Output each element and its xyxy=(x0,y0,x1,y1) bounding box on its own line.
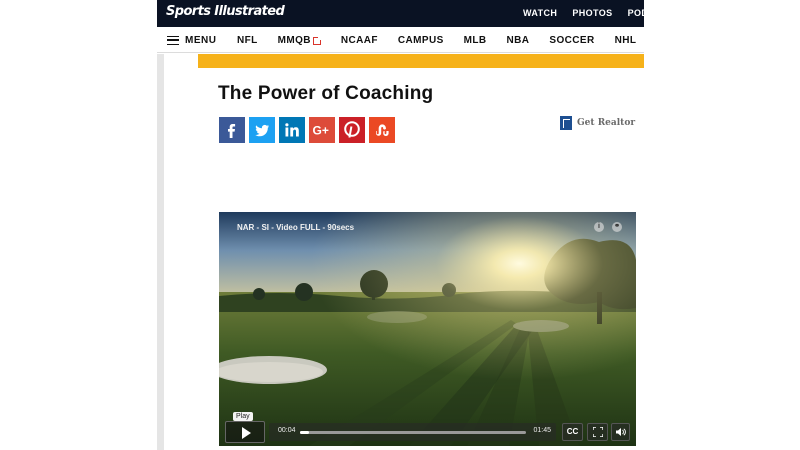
linkedin-icon xyxy=(279,117,305,143)
duration: 01:45 xyxy=(533,427,551,434)
pinterest-share-button[interactable] xyxy=(339,117,365,143)
nav-item-campus[interactable]: CAMPUS xyxy=(398,35,444,46)
video-player[interactable]: NAR - SI - Video FULL - 90secs i ⚭ Play … xyxy=(219,212,636,446)
play-tooltip: Play xyxy=(233,412,253,421)
seek-bar[interactable] xyxy=(300,431,526,434)
nav-item-mmqb[interactable]: MMQB xyxy=(277,35,322,46)
info-icon[interactable]: i xyxy=(594,222,604,232)
menu-button[interactable]: MENU xyxy=(185,35,216,46)
article-title: The Power of Coaching xyxy=(218,83,434,104)
stumbleupon-share-button[interactable] xyxy=(369,117,395,143)
nav-item-nba[interactable]: NBA xyxy=(507,35,530,46)
realtor-logo-icon xyxy=(560,116,572,130)
nav-item-mlb[interactable]: MLB xyxy=(464,35,487,46)
nav-item-ncaaf[interactable]: NCAAF xyxy=(341,35,378,46)
fullscreen-button[interactable] xyxy=(587,423,608,441)
realtor-ad[interactable]: Get Realtor xyxy=(560,116,635,130)
hamburger-menu-icon[interactable] xyxy=(167,36,179,45)
share-buttons: G+ xyxy=(219,117,395,143)
left-gutter xyxy=(157,54,164,450)
twitter-share-button[interactable] xyxy=(249,117,275,143)
stumbleupon-icon xyxy=(369,117,395,143)
video-top-icons: i ⚭ xyxy=(594,222,622,232)
pinterest-icon xyxy=(339,117,365,143)
fullscreen-icon xyxy=(591,426,604,438)
nav-item-nhl[interactable]: NHL xyxy=(615,35,637,46)
nav-item-soccer[interactable]: SOCCER xyxy=(549,35,594,46)
share-icon[interactable]: ⚭ xyxy=(612,222,622,232)
time-bar: 00:04 01:45 xyxy=(269,423,556,441)
video-controls: Play 00:04 01:45 CC xyxy=(225,412,630,443)
screen: Sports Illustrated WATCH PHOTOS POD MENU… xyxy=(0,0,800,450)
browser-viewport: Sports Illustrated WATCH PHOTOS POD MENU… xyxy=(157,0,644,450)
google-plus-icon: G+ xyxy=(309,117,335,143)
nav-bar: MENU NFL MMQB NCAAF CAMPUS MLB NBA SOCCE… xyxy=(157,27,644,53)
current-time: 00:04 xyxy=(278,427,296,434)
accent-band xyxy=(198,54,644,68)
play-button[interactable] xyxy=(225,421,265,443)
volume-icon xyxy=(615,428,626,436)
nav-item-nfl[interactable]: NFL xyxy=(237,35,258,46)
top-link-watch[interactable]: WATCH xyxy=(523,8,557,18)
svg-text:G+: G+ xyxy=(313,124,329,138)
facebook-share-button[interactable] xyxy=(219,117,245,143)
video-title: NAR - SI - Video FULL - 90secs xyxy=(237,223,355,232)
video-frame-golf-course xyxy=(219,212,636,446)
volume-button[interactable] xyxy=(611,423,630,441)
top-bar: Sports Illustrated WATCH PHOTOS POD xyxy=(157,0,644,27)
seek-progress xyxy=(300,431,309,434)
twitter-icon xyxy=(249,117,275,143)
site-logo[interactable]: Sports Illustrated xyxy=(166,4,285,19)
facebook-icon xyxy=(219,117,245,143)
top-link-podcasts[interactable]: POD xyxy=(628,8,644,18)
external-link-icon xyxy=(312,35,322,45)
top-links: WATCH PHOTOS POD xyxy=(523,8,644,18)
nav-item-mmqb-label: MMQB xyxy=(277,35,311,46)
google-plus-share-button[interactable]: G+ xyxy=(309,117,335,143)
linkedin-share-button[interactable] xyxy=(279,117,305,143)
ad-text: Get Realtor xyxy=(577,118,636,128)
top-link-photos[interactable]: PHOTOS xyxy=(572,8,612,18)
nav-items: NFL MMQB NCAAF CAMPUS MLB NBA SOCCER NHL… xyxy=(237,35,644,46)
closed-captions-button[interactable]: CC xyxy=(562,423,583,441)
